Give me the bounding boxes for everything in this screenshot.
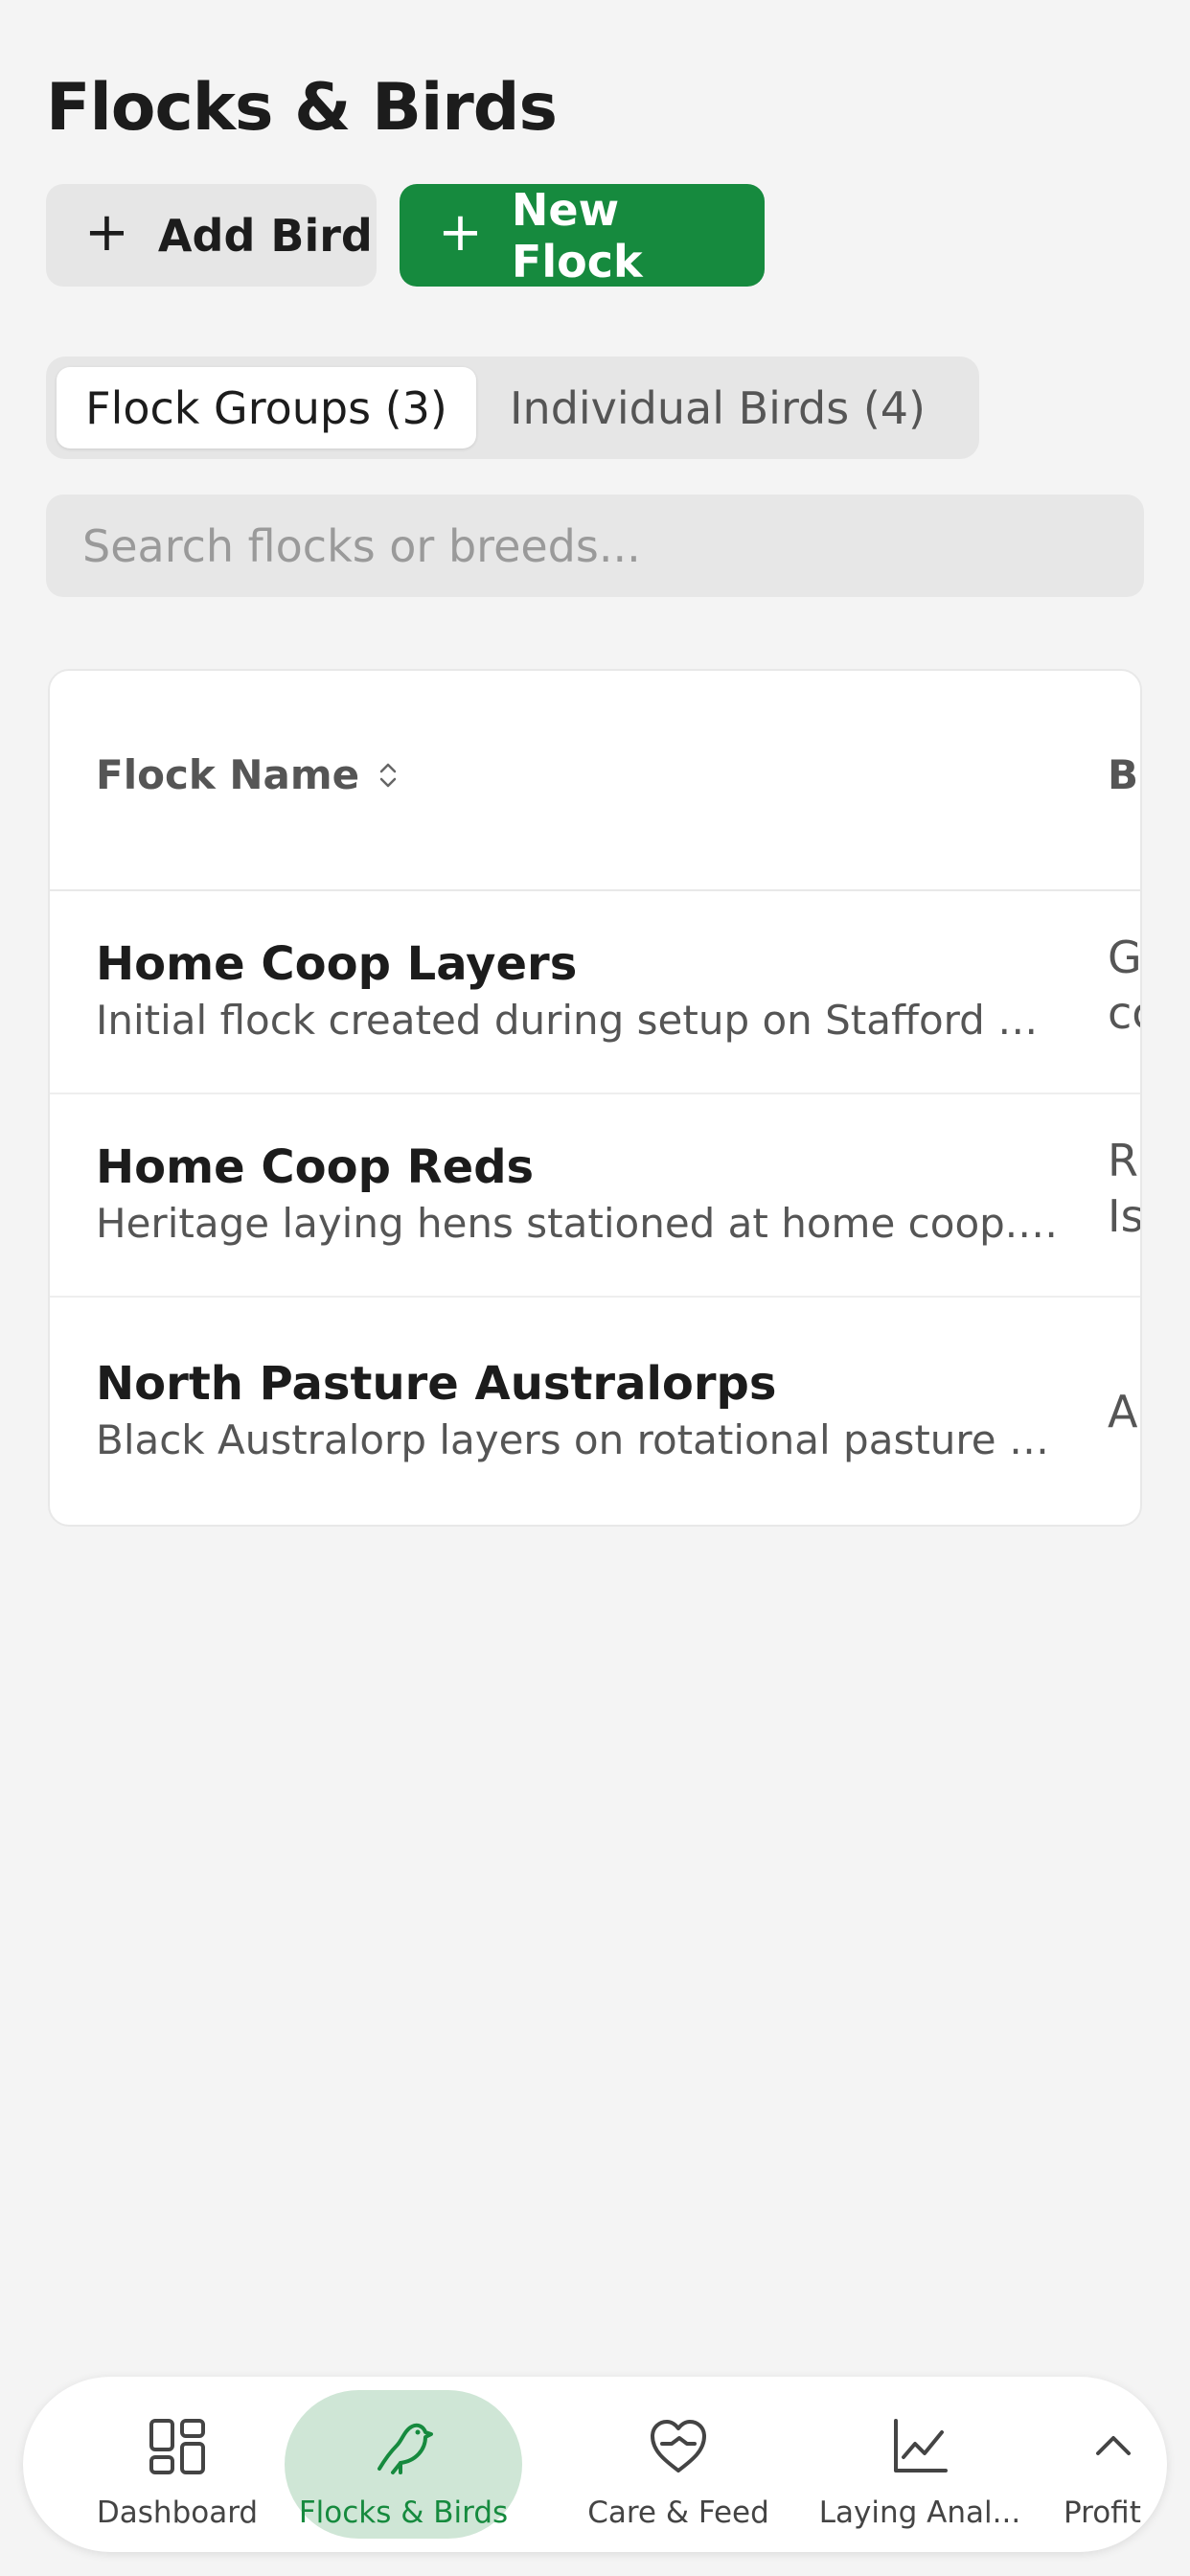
nav-item-profit[interactable]: Profit xyxy=(1048,2390,1167,2539)
bird-icon xyxy=(378,2423,433,2474)
sort-icon xyxy=(379,763,397,787)
flock-breed-text: Au xyxy=(1108,1386,1140,1438)
flock-breed: Rl Is xyxy=(1108,1133,1142,1244)
line-chart-icon xyxy=(894,2419,948,2472)
table-row[interactable]: Home Coop Reds Heritage laying hens stat… xyxy=(50,1094,1140,1298)
flock-description: Heritage laying hens stationed at home c… xyxy=(96,1200,1064,1247)
flock-breed-text: G cc xyxy=(1108,932,1142,1039)
nav-item-care-feed[interactable]: Care & Feed xyxy=(563,2390,793,2539)
nav-item-laying-analytics[interactable]: Laying Anal... xyxy=(805,2390,1035,2539)
tab-individual-birds[interactable]: Individual Birds (4) xyxy=(488,367,948,448)
search-input[interactable] xyxy=(46,494,1144,597)
table-row[interactable]: North Pasture Australorps Black Australo… xyxy=(50,1298,1140,1525)
page-title: Flocks & Birds xyxy=(46,70,558,146)
nav-item-flocks-birds[interactable]: Flocks & Birds xyxy=(285,2390,522,2539)
tab-flock-groups[interactable]: Flock Groups (3) xyxy=(57,367,476,448)
table-row[interactable]: Home Coop Layers Initial flock created d… xyxy=(50,891,1140,1094)
nav-label-dashboard: Dashboard xyxy=(96,2496,259,2530)
flock-name: North Pasture Australorps xyxy=(96,1357,777,1411)
nav-label-care-feed: Care & Feed xyxy=(587,2496,769,2530)
chevron-up-icon xyxy=(1096,2436,1131,2455)
flock-description: Black Australorp layers on rotational pa… xyxy=(96,1416,1064,1463)
flocks-table: Flock Name Br Home Coop Layers Initial f… xyxy=(48,669,1142,1527)
nav-label-profit: Profit xyxy=(1064,2496,1141,2530)
heart-hand-icon xyxy=(651,2420,706,2472)
flock-breed: Au xyxy=(1108,1384,1140,1439)
bottom-nav: Dashboard Flocks & Birds Care & Feed Lay… xyxy=(23,2377,1167,2552)
table-header: Flock Name Br xyxy=(50,671,1140,891)
nav-label-laying-analytics: Laying Anal... xyxy=(818,2496,1021,2530)
column-header-breed[interactable]: Br xyxy=(1108,751,1140,798)
plus-icon: + xyxy=(84,200,129,264)
flock-description: Initial flock created during setup on St… xyxy=(96,997,1064,1044)
column-header-flock-name-label: Flock Name xyxy=(96,751,360,798)
new-flock-label: New Flock xyxy=(511,183,643,288)
add-bird-button[interactable]: + Add Bird xyxy=(46,184,377,287)
dashboard-grid-icon xyxy=(149,2419,205,2474)
column-header-flock-name[interactable]: Flock Name xyxy=(96,751,400,798)
flock-name: Home Coop Reds xyxy=(96,1140,535,1194)
nav-label-flocks-birds: Flocks & Birds xyxy=(298,2496,509,2530)
add-bird-label: Add Bird xyxy=(157,209,373,262)
flock-breed-text: Rl Is xyxy=(1108,1135,1142,1242)
flock-breed: G cc xyxy=(1108,930,1142,1041)
view-toggle: Flock Groups (3) Individual Birds (4) xyxy=(46,356,979,459)
nav-item-dashboard[interactable]: Dashboard xyxy=(77,2390,278,2539)
new-flock-button[interactable]: + New Flock xyxy=(400,183,765,288)
plus-icon: + xyxy=(438,200,483,264)
flock-name: Home Coop Layers xyxy=(96,937,578,991)
